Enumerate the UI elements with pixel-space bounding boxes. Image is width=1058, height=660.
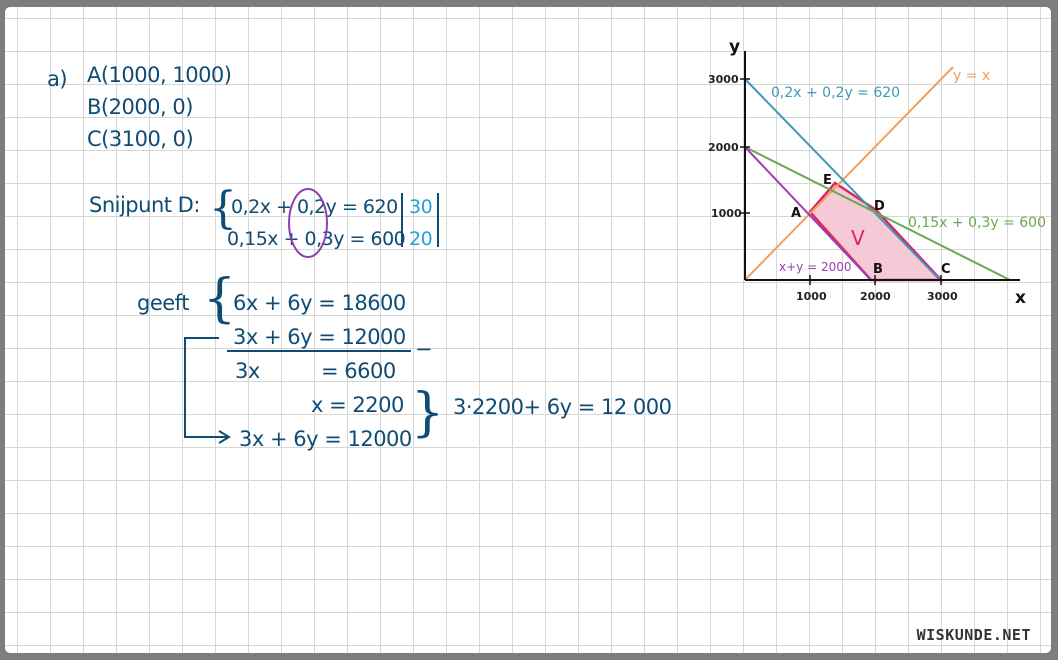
- region-label: V: [851, 226, 865, 250]
- y-tick-1000: 1000: [711, 207, 742, 220]
- x-axis-label: x: [1015, 288, 1026, 308]
- y-tick-2000: 2000: [708, 141, 739, 154]
- vertex-b: B: [873, 262, 883, 277]
- label-constraint-600: 0,15x + 0,3y = 600: [908, 215, 1046, 231]
- whiteboard: a) A(1000, 1000) B(2000, 0) C(3100, 0) S…: [5, 7, 1051, 653]
- y-tick-3000: 3000: [708, 73, 739, 86]
- vertex-d: D: [874, 199, 885, 214]
- label-x-plus-y-2000: x+y = 2000: [779, 260, 851, 274]
- x-tick-1000: 1000: [796, 290, 827, 303]
- vertex-c: C: [941, 262, 951, 277]
- graph: 1000 2000 3000 1000 2000 3000 x y y = x …: [708, 37, 1046, 308]
- vertex-a: A: [791, 206, 801, 221]
- x-tick-2000: 2000: [860, 290, 891, 303]
- site-watermark: WISKUNDE.NET: [916, 626, 1031, 644]
- label-constraint-620: 0,2x + 0,2y = 620: [771, 85, 900, 101]
- y-axis-label: y: [729, 37, 740, 57]
- x-tick-3000: 3000: [927, 290, 958, 303]
- label-y-equals-x: y = x: [953, 68, 990, 84]
- vertex-e: E: [823, 173, 832, 188]
